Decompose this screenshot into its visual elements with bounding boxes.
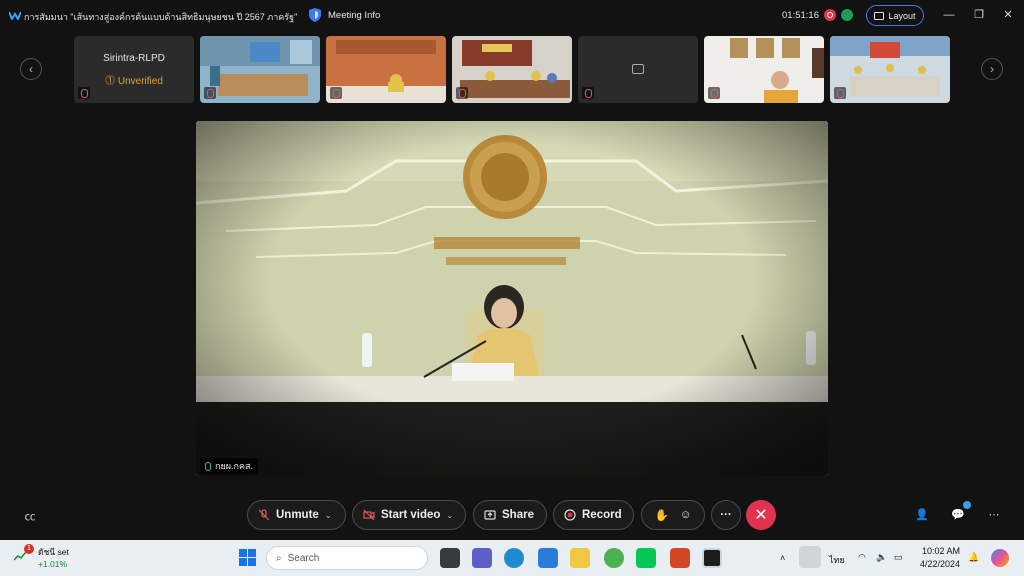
end-call-button[interactable]: ✕ bbox=[746, 500, 776, 530]
meeting-title: การสัมมนา "เส้นทางสู่องค์กรต้นแบบด้านสิท… bbox=[24, 12, 298, 22]
wifi-icon[interactable]: ◠ bbox=[858, 552, 866, 563]
participant-tile[interactable] bbox=[830, 36, 950, 103]
muted-mic-icon bbox=[582, 87, 594, 99]
unmute-label: Unmute bbox=[276, 509, 319, 521]
close-window-button[interactable]: ✕ bbox=[1001, 8, 1015, 22]
shield-icon[interactable] bbox=[309, 8, 321, 22]
next-participants-button[interactable]: › bbox=[981, 58, 1003, 80]
layout-icon bbox=[874, 11, 885, 20]
webex-logo-icon bbox=[9, 11, 21, 20]
minimize-button[interactable]: — bbox=[942, 8, 956, 22]
more-options-label: ··· bbox=[720, 509, 732, 521]
speaker-name: กยผ.กคส. bbox=[215, 461, 253, 471]
muted-mic-icon bbox=[834, 87, 846, 99]
language-indicator[interactable]: ไทย bbox=[829, 553, 845, 567]
stock-widget-name[interactable]: ดัชนี set bbox=[38, 545, 69, 559]
start-video-label: Start video bbox=[381, 509, 441, 521]
chat-icon[interactable]: 💬 bbox=[950, 508, 966, 522]
copilot-icon[interactable] bbox=[991, 549, 1009, 567]
prev-participants-button[interactable]: ‹ bbox=[20, 58, 42, 80]
participant-tile[interactable] bbox=[452, 36, 572, 103]
record-label: Record bbox=[582, 509, 622, 521]
chevron-right-icon: › bbox=[990, 62, 994, 76]
participant-video bbox=[452, 36, 572, 103]
mic-muted-icon bbox=[258, 509, 270, 521]
teams-icon[interactable] bbox=[472, 548, 492, 568]
more-panels-icon[interactable]: ⋯ bbox=[986, 508, 1002, 522]
chevron-down-icon[interactable]: ⌄ bbox=[325, 511, 332, 520]
unmute-button[interactable]: Unmute ⌄ bbox=[247, 500, 346, 530]
restore-button[interactable]: ❐ bbox=[972, 8, 986, 22]
clock-time[interactable]: 10:02 AM bbox=[922, 546, 960, 556]
reactions-icon[interactable]: ☺ bbox=[680, 509, 692, 521]
stock-widget-change: +1.01% bbox=[38, 559, 68, 569]
camera-off-icon bbox=[632, 64, 644, 74]
chat-notification-badge bbox=[963, 501, 971, 509]
chevron-up-icon[interactable]: ˄ bbox=[780, 553, 785, 563]
muted-mic-icon bbox=[204, 87, 216, 99]
participant-video bbox=[326, 36, 446, 103]
windows-start-icon[interactable] bbox=[239, 549, 256, 566]
share-icon bbox=[484, 510, 496, 520]
muted-mic-icon bbox=[456, 87, 468, 99]
meeting-timer: 01:51:16 bbox=[782, 10, 819, 21]
chevron-left-icon: ‹ bbox=[29, 62, 33, 76]
participant-video bbox=[704, 36, 824, 103]
participant-tile[interactable] bbox=[200, 36, 320, 103]
title-bar: การสัมมนา "เส้นทางสู่องค์กรต้นแบบด้านสิท… bbox=[0, 0, 1024, 32]
edge-icon[interactable] bbox=[504, 548, 524, 568]
mic-tray-icon[interactable] bbox=[799, 546, 821, 568]
webex-meeting-window: การสัมมนา "เส้นทางสู่องค์กรต้นแบบด้านสิท… bbox=[0, 0, 1024, 540]
muted-mic-icon bbox=[708, 87, 720, 99]
close-icon: ✕ bbox=[754, 507, 768, 524]
volume-icon[interactable]: 🔈 bbox=[876, 552, 887, 563]
participant-video bbox=[200, 36, 320, 103]
start-video-button[interactable]: Start video ⌄ bbox=[352, 500, 466, 530]
mic-active-icon bbox=[205, 461, 211, 471]
participants-icon[interactable]: 👤 bbox=[914, 508, 930, 522]
notifications-icon[interactable]: 🔔 bbox=[968, 552, 979, 563]
captions-icon[interactable]: ㏄ bbox=[22, 508, 38, 523]
participant-status: ⓵ Unverified bbox=[105, 76, 163, 87]
main-speaker-video[interactable] bbox=[196, 121, 828, 476]
participant-tile[interactable] bbox=[326, 36, 446, 103]
chevron-down-icon[interactable]: ⌄ bbox=[446, 511, 453, 520]
participant-tile[interactable]: Sirintra-RLPD ⓵ Unverified bbox=[74, 36, 194, 103]
search-icon: ⌕ bbox=[276, 552, 282, 564]
participant-name: Sirintra-RLPD bbox=[103, 53, 165, 64]
stock-badge: 1 bbox=[24, 544, 34, 554]
participant-tile[interactable] bbox=[578, 36, 698, 103]
taskbar-search-input[interactable]: ⌕ Search bbox=[266, 546, 428, 570]
task-view-icon[interactable] bbox=[440, 548, 460, 568]
speaker-name-label: กยผ.กคส. bbox=[200, 458, 258, 474]
participant-tile[interactable] bbox=[704, 36, 824, 103]
chrome-icon[interactable] bbox=[604, 548, 624, 568]
search-placeholder: Search bbox=[287, 552, 320, 564]
clock-date[interactable]: 4/22/2024 bbox=[920, 559, 960, 569]
battery-icon[interactable]: ▭ bbox=[894, 552, 903, 563]
layout-button[interactable]: Layout bbox=[866, 5, 924, 26]
powerpoint-icon[interactable] bbox=[670, 548, 690, 568]
recording-indicator-icon bbox=[824, 9, 836, 21]
participant-video bbox=[830, 36, 950, 103]
share-button[interactable]: Share bbox=[473, 500, 547, 530]
record-icon bbox=[564, 509, 576, 521]
muted-mic-icon bbox=[78, 87, 90, 99]
layout-button-label: Layout bbox=[888, 10, 916, 21]
raise-hand-icon[interactable]: ✋ bbox=[654, 508, 668, 522]
video-off-icon bbox=[363, 509, 375, 521]
line-icon[interactable] bbox=[636, 548, 656, 568]
meeting-info-link[interactable]: Meeting Info bbox=[328, 10, 380, 21]
store-icon[interactable] bbox=[538, 548, 558, 568]
share-label: Share bbox=[502, 509, 534, 521]
more-options-button[interactable]: ··· bbox=[711, 500, 741, 530]
reactions-group[interactable]: ✋ ☺ bbox=[641, 500, 705, 530]
connection-status-icon bbox=[841, 9, 853, 21]
webex-taskbar-icon[interactable] bbox=[702, 548, 722, 568]
muted-mic-icon bbox=[330, 87, 342, 99]
file-explorer-icon[interactable] bbox=[570, 548, 590, 568]
record-button[interactable]: Record bbox=[553, 500, 634, 530]
speaker-video-frame bbox=[196, 121, 828, 476]
